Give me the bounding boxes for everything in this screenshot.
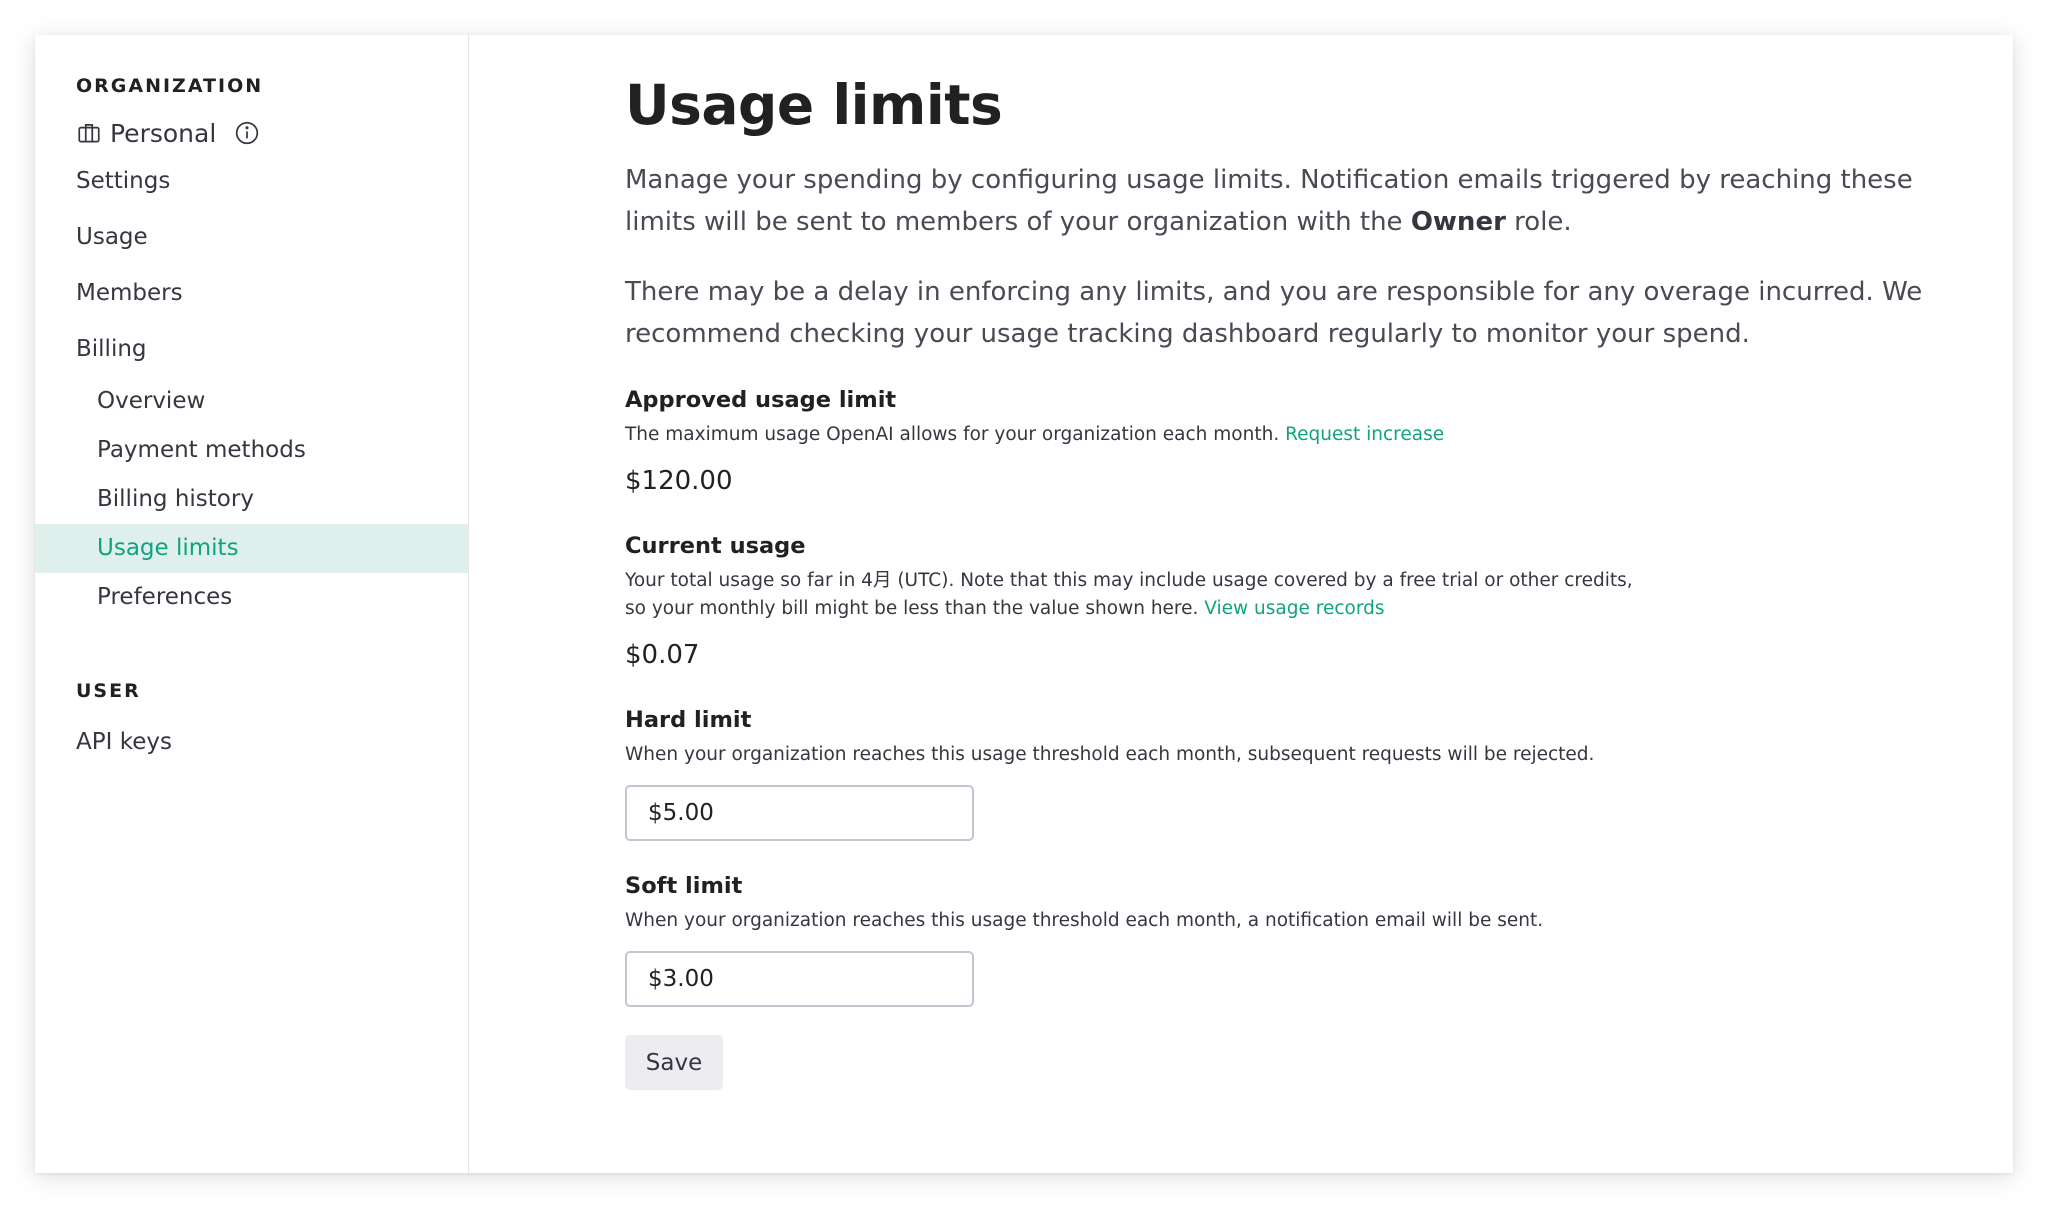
current-usage-label: Current usage — [625, 533, 806, 559]
soft-limit-description: When your organization reaches this usag… — [625, 910, 1544, 931]
billing-subnav: Overview Payment methods Billing history… — [35, 377, 468, 622]
owner-role-text: Owner — [1410, 207, 1506, 237]
save-button[interactable]: Save — [625, 1035, 723, 1090]
sidebar-item-members[interactable]: Members — [35, 265, 468, 321]
briefcase-icon — [78, 124, 100, 143]
view-usage-records-link[interactable]: View usage records — [1204, 598, 1384, 619]
sidebar-subitem-billing-history[interactable]: Billing history — [35, 475, 468, 524]
sidebar-item-usage[interactable]: Usage — [35, 209, 468, 265]
app-window: ORGANIZATION Personal Settings Usage Mem… — [35, 35, 2013, 1173]
approved-usage-description: The maximum usage OpenAI allows for your… — [625, 421, 1655, 449]
user-heading: USER — [76, 680, 141, 702]
intro-text-start: Manage your spending by configuring usag… — [625, 165, 1913, 237]
hard-limit-input[interactable] — [625, 785, 974, 841]
org-selector[interactable]: Personal — [35, 115, 468, 151]
current-usage-section: Current usage Your total usage so far in… — [625, 531, 1923, 673]
info-icon[interactable] — [234, 120, 260, 146]
approved-usage-desc-text: The maximum usage OpenAI allows for your… — [625, 424, 1286, 445]
organization-heading: ORGANIZATION — [76, 75, 264, 97]
soft-limit-input[interactable] — [625, 951, 974, 1007]
approved-usage-value: $120.00 — [625, 466, 733, 496]
current-usage-value: $0.07 — [625, 640, 700, 670]
org-name: Personal — [110, 118, 217, 148]
intro-text-end: role. — [1505, 207, 1572, 237]
intro-paragraph-1: Manage your spending by configuring usag… — [625, 159, 1923, 243]
request-increase-link[interactable]: Request increase — [1285, 424, 1444, 445]
sidebar-subitem-payment-methods[interactable]: Payment methods — [35, 426, 468, 475]
sidebar-item-settings[interactable]: Settings — [35, 153, 468, 209]
sidebar-subitem-preferences[interactable]: Preferences — [35, 573, 468, 622]
hard-limit-label: Hard limit — [625, 707, 752, 733]
approved-usage-label: Approved usage limit — [625, 387, 897, 413]
page-title: Usage limits — [625, 73, 1003, 137]
current-usage-desc-text: Your total usage so far in 4月 (UTC). Not… — [625, 570, 1633, 619]
current-usage-description: Your total usage so far in 4月 (UTC). Not… — [625, 567, 1655, 623]
sidebar-subitem-usage-limits[interactable]: Usage limits — [35, 524, 468, 573]
hard-limit-section: Hard limit When your organization reache… — [625, 705, 1923, 841]
soft-limit-label: Soft limit — [625, 873, 743, 899]
sidebar-subitem-overview[interactable]: Overview — [35, 377, 468, 426]
sidebar: ORGANIZATION Personal Settings Usage Mem… — [35, 35, 469, 1173]
soft-limit-section: Soft limit When your organization reache… — [625, 871, 1923, 1007]
sidebar-item-api-keys[interactable]: API keys — [35, 714, 468, 770]
hard-limit-description: When your organization reaches this usag… — [625, 744, 1595, 765]
intro-paragraph-2: There may be a delay in enforcing any li… — [625, 277, 1923, 349]
main-content: Usage limits Manage your spending by con… — [469, 35, 2013, 1173]
sidebar-item-billing[interactable]: Billing — [35, 321, 468, 377]
approved-usage-section: Approved usage limit The maximum usage O… — [625, 385, 1923, 499]
